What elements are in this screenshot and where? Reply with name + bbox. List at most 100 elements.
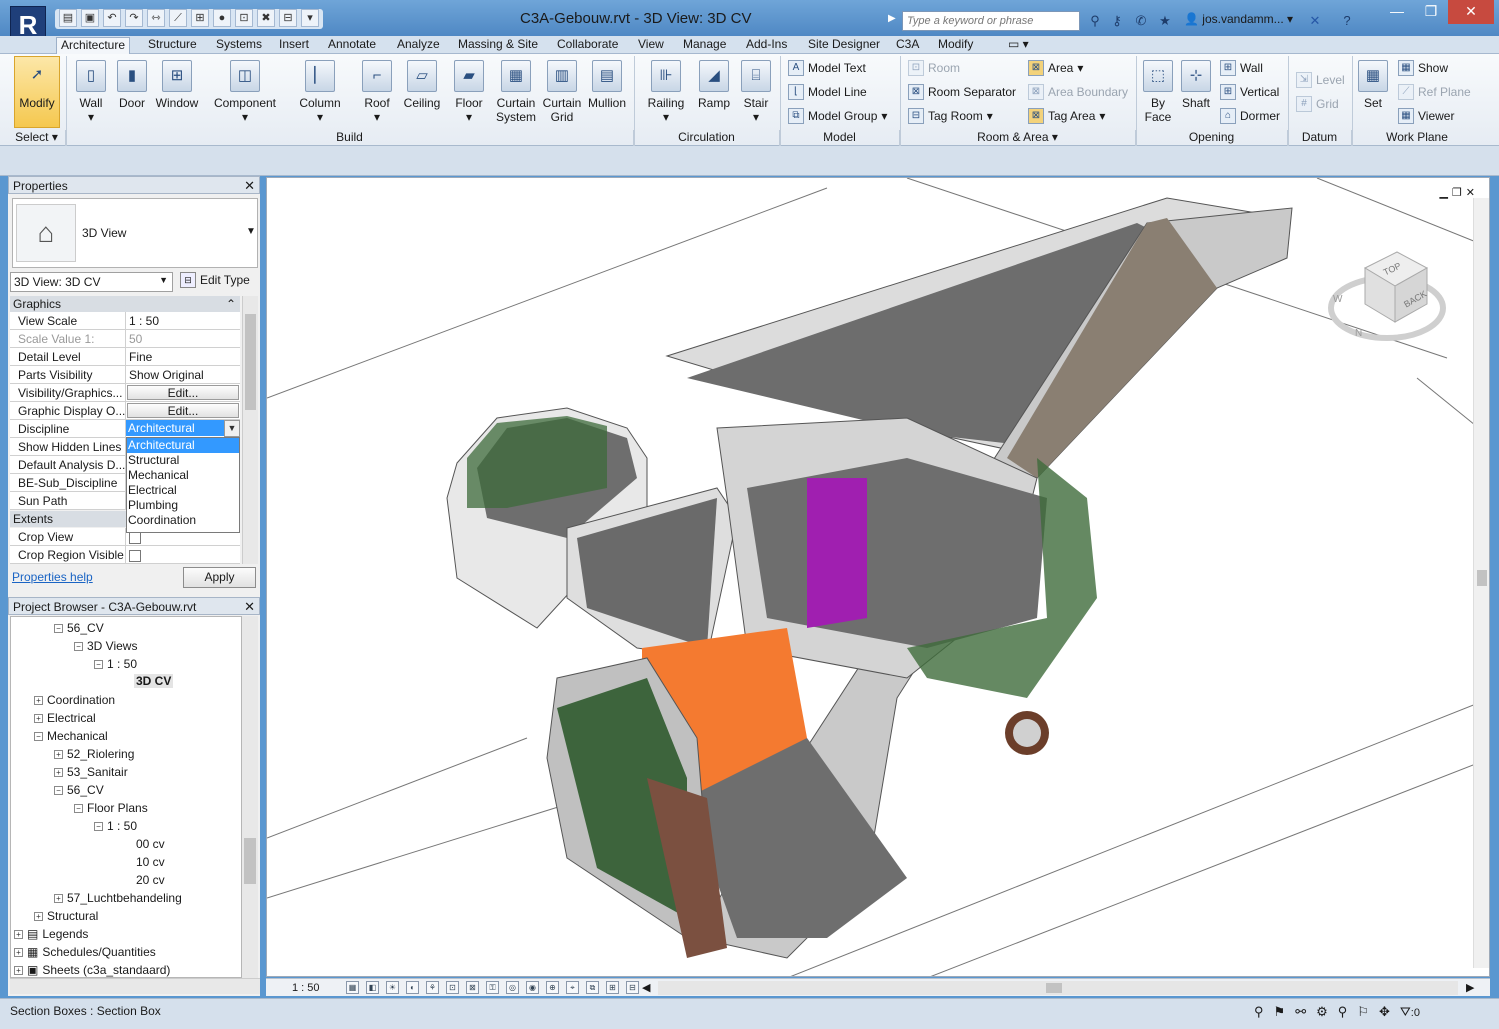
drag-elements-icon[interactable]: ✥: [1379, 1004, 1390, 1020]
scrollbar-thumb[interactable]: [1477, 570, 1487, 586]
render-icon[interactable]: ⚘: [426, 981, 439, 994]
model-line-button[interactable]: ⌊ Model Line: [788, 84, 867, 100]
tab-systems[interactable]: Systems: [212, 37, 266, 51]
tree-node[interactable]: 20 cv: [136, 873, 165, 887]
view-instance-selector[interactable]: 3D View: 3D CV ▼: [10, 272, 173, 292]
discipline-option[interactable]: Mechanical: [127, 468, 239, 483]
user-account[interactable]: 👤 jos.vandamm... ▾: [1184, 12, 1293, 26]
reveal-hidden-icon[interactable]: ◉: [526, 981, 539, 994]
view-template-icon[interactable]: ⊟: [626, 981, 639, 994]
curtain-grid-button[interactable]: ▥ Curtain Grid: [540, 58, 584, 124]
tab-architecture[interactable]: Architecture: [56, 37, 131, 55]
crop-view-icon[interactable]: ⊡: [446, 981, 459, 994]
tree-node[interactable]: +53_Sanitair: [54, 765, 128, 779]
browser-scrollbar[interactable]: [242, 616, 258, 978]
properties-help-link[interactable]: Properties help: [12, 570, 93, 584]
area-button[interactable]: ⊠ Area ▾: [1028, 60, 1083, 76]
dormer-button[interactable]: ⌂ Dormer: [1220, 108, 1280, 124]
undo-icon[interactable]: ↶: [103, 9, 121, 27]
tab-structure[interactable]: Structure: [144, 37, 201, 51]
tree-node[interactable]: +52_Riolering: [54, 747, 134, 761]
browser-horizontal-scrollbar[interactable]: [10, 978, 260, 994]
prop-row-detail-level[interactable]: Detail Level Fine: [10, 348, 240, 366]
analytical-model-icon[interactable]: ⌖: [566, 981, 579, 994]
detail-level-icon[interactable]: ▦: [346, 981, 359, 994]
close-icon[interactable]: ✕: [244, 599, 255, 615]
window-button[interactable]: ⊞ Window: [152, 58, 202, 110]
floor-button[interactable]: ▰ Floor ▾: [448, 58, 490, 124]
scrollbar-thumb[interactable]: [245, 314, 256, 410]
search-input[interactable]: Type a keyword or phrase: [902, 11, 1080, 31]
favorites-star-icon[interactable]: ★: [1156, 12, 1174, 30]
expand-toggle-icon[interactable]: +: [34, 695, 43, 705]
maximize-button[interactable]: ❐: [1414, 0, 1448, 24]
expand-toggle-icon[interactable]: +: [14, 929, 23, 939]
lock-3d-icon[interactable]: ⚿: [486, 981, 499, 994]
tree-node[interactable]: + Structural: [34, 909, 98, 923]
minimize-view-icon[interactable]: ▁: [1439, 186, 1447, 199]
component-button[interactable]: ◫ Component ▾: [208, 58, 282, 124]
by-face-button[interactable]: ⬚ By Face: [1140, 58, 1176, 124]
viewport-vertical-scrollbar[interactable]: [1473, 198, 1489, 968]
binoculars-icon[interactable]: ⚲: [1086, 12, 1104, 30]
tab-insert[interactable]: Insert: [275, 37, 313, 51]
collapse-toggle-icon[interactable]: −: [94, 659, 103, 669]
tab-massing-site[interactable]: Massing & Site: [454, 37, 542, 51]
switch-windows-icon[interactable]: ⊟: [279, 9, 297, 27]
view-scale-button[interactable]: 1 : 50: [292, 982, 320, 994]
tab-analyze[interactable]: Analyze: [393, 37, 444, 51]
vertical-opening-button[interactable]: ⊞ Vertical: [1220, 84, 1279, 100]
door-button[interactable]: ▮ Door: [114, 58, 150, 110]
minimize-button[interactable]: —: [1380, 0, 1414, 24]
tag-room-button[interactable]: ⊟ Tag Room ▾: [908, 108, 993, 124]
tree-node[interactable]: + ▣ Sheets (c3a_standaard): [14, 963, 170, 977]
room-area-panel-title[interactable]: Room & Area ▾: [900, 130, 1136, 146]
modify-button[interactable]: ➚ Modify: [14, 58, 60, 110]
select-pinned-icon[interactable]: ⚲: [1338, 1004, 1348, 1020]
roof-button[interactable]: ⌐ Roof ▾: [356, 58, 398, 124]
crop-region-icon[interactable]: ⊠: [466, 981, 479, 994]
graphics-group-header[interactable]: Graphics ⌃: [10, 296, 240, 312]
select-panel-title[interactable]: Select ▾: [8, 130, 66, 146]
worksets-icon[interactable]: ⚲: [1254, 1004, 1264, 1020]
model-group-button[interactable]: ⧉ Model Group ▾: [788, 108, 887, 124]
expand-toggle-icon[interactable]: +: [54, 749, 63, 759]
highlight-displacement-icon[interactable]: ⧉: [586, 981, 599, 994]
visual-style-icon[interactable]: ◧: [366, 981, 379, 994]
tree-node-active-view[interactable]: 3D CV: [134, 674, 174, 688]
discipline-option[interactable]: Structural: [127, 453, 239, 468]
room-separator-button[interactable]: ⊠ Room Separator: [908, 84, 1016, 100]
tree-node[interactable]: + Electrical: [34, 711, 96, 725]
discipline-select[interactable]: Architectural: [126, 420, 240, 436]
restore-view-icon[interactable]: ❐: [1452, 186, 1462, 199]
dimension-icon[interactable]: ⟋: [169, 9, 187, 27]
filter-icon[interactable]: ⛛:0: [1400, 1004, 1420, 1020]
tree-node[interactable]: −56_CV: [54, 621, 104, 635]
close-hidden-windows-icon[interactable]: ✖: [257, 9, 275, 27]
stair-button[interactable]: ⌸ Stair ▾: [736, 58, 776, 124]
ref-plane-button[interactable]: ⟋ Ref Plane: [1398, 84, 1471, 100]
exchange-apps-icon[interactable]: ✕: [1306, 12, 1324, 30]
expand-toggle-icon[interactable]: +: [54, 767, 63, 777]
model-text-button[interactable]: A Model Text: [788, 60, 866, 76]
help-icon[interactable]: ?: [1338, 12, 1356, 30]
tab-view[interactable]: View: [634, 37, 668, 51]
edit-type-button[interactable]: ⊟ Edit Type: [180, 272, 250, 288]
tree-node[interactable]: − Floor Plans: [74, 801, 148, 815]
tree-node[interactable]: 00 cv: [136, 837, 165, 851]
vg-edit-button[interactable]: Edit...: [127, 385, 239, 400]
grid-button[interactable]: # Grid: [1296, 96, 1339, 112]
tree-node[interactable]: + Coordination: [34, 693, 115, 707]
scrollbar-thumb[interactable]: [244, 838, 256, 884]
collapse-toggle-icon[interactable]: −: [74, 803, 83, 813]
tree-node[interactable]: −1 : 50: [94, 819, 137, 833]
tree-node[interactable]: 10 cv: [136, 855, 165, 869]
chevron-down-icon[interactable]: ▼: [246, 226, 256, 237]
crop-region-checkbox[interactable]: [129, 550, 141, 562]
tab-c3a[interactable]: C3A: [892, 37, 923, 51]
discipline-option[interactable]: Electrical: [127, 483, 239, 498]
tab-collaborate[interactable]: Collaborate: [553, 37, 622, 51]
expand-toggle-icon[interactable]: +: [34, 713, 43, 723]
search-toggle-icon[interactable]: ▶: [888, 13, 896, 24]
collapse-toggle-icon[interactable]: −: [74, 641, 83, 651]
